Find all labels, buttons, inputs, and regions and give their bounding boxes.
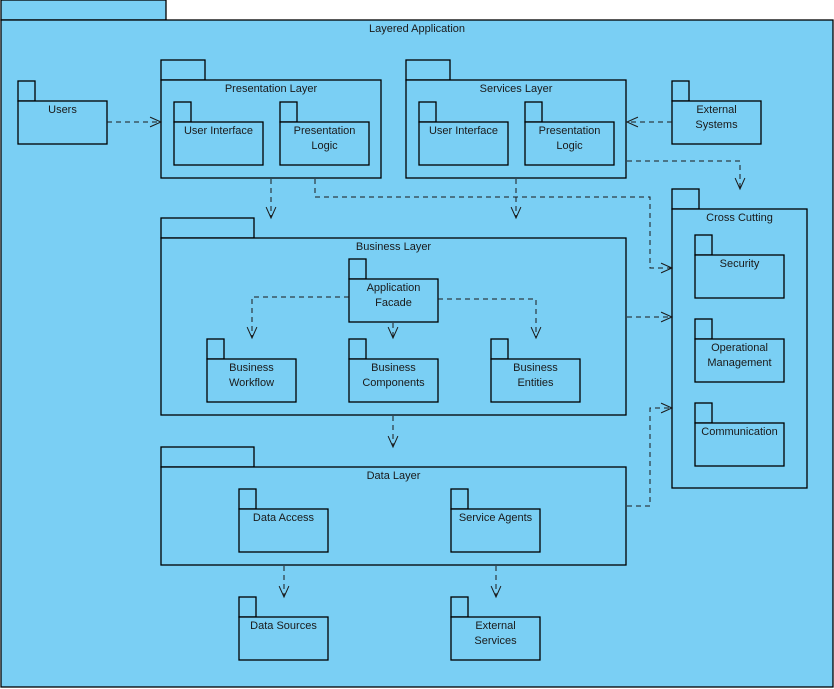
package-label: Business Layer [356,241,432,253]
package-tab [418,101,437,123]
package-label: Layered Application [369,23,465,35]
package-label: User Interface [184,125,253,137]
package-tab [206,338,225,360]
package-label: Workflow [229,377,274,389]
package-tab [238,488,257,510]
package-label: Services [474,635,517,647]
package-tab [450,488,469,510]
package-label: Logic [311,140,338,152]
package-label: Cross Cutting [706,212,773,224]
package-label: Business [371,362,416,374]
package-tab [405,59,451,81]
package-tab [348,338,367,360]
package-label: Presentation [539,125,601,137]
package-label: Presentation [294,125,356,137]
package-tab [279,101,298,123]
package-label: Data Sources [250,620,317,632]
package-label: External [696,104,736,116]
package-label: Services Layer [480,83,553,95]
package-tab [694,234,713,256]
package-label: Business [513,362,558,374]
package-tab [694,318,713,340]
package-tab [450,596,469,618]
package-tab [160,446,255,468]
package-tab [0,0,167,21]
package-label: Systems [695,119,738,131]
package-label: Operational [711,342,768,354]
package-tab [671,80,690,102]
package-label: External [475,620,515,632]
package-label: Data Layer [367,470,421,482]
package-label: Logic [556,140,583,152]
package-tab [160,217,255,239]
package-tab [524,101,543,123]
package-label: Users [48,104,77,116]
package-label: Communication [701,426,777,438]
package-tab [694,402,713,424]
package-label: User Interface [429,125,498,137]
package-label: Application [367,282,421,294]
package-label: Business [229,362,274,374]
package-label: Presentation Layer [225,83,318,95]
package-label: Data Access [253,512,315,524]
package-tab [238,596,257,618]
package-label: Entities [517,377,554,389]
package-tab [173,101,192,123]
package-label: Components [362,377,425,389]
package-tab [490,338,509,360]
package-tab [160,59,206,81]
package-label: Service Agents [459,512,533,524]
package-tab [17,80,36,102]
package-label: Security [720,258,760,270]
package-tab [671,188,700,210]
package-label: Facade [375,297,412,309]
package-diagram: Layered Application Users Presentation Lay… [0,0,834,688]
package-label: Management [707,357,771,369]
package-tab [348,258,367,280]
